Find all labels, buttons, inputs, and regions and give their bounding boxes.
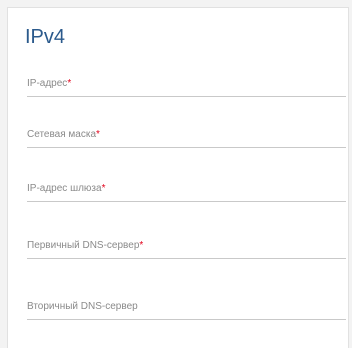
secondary-dns-input-underline[interactable] [27,319,346,320]
required-mark: * [67,78,72,89]
primary-dns-field[interactable]: Первичный DNS-сервер* [27,240,347,260]
required-mark: * [96,129,100,140]
subnet-mask-label: Сетевая маска* [27,129,100,140]
ip-address-input-underline[interactable] [27,96,346,97]
ip-address-field[interactable]: IP-адрес* [27,78,347,98]
primary-dns-input-underline[interactable] [27,258,346,259]
secondary-dns-field[interactable]: Вторичный DNS-сервер [27,301,347,321]
required-mark: * [139,240,144,251]
subnet-mask-input-underline[interactable] [27,147,346,148]
required-mark: * [101,183,106,194]
primary-dns-label: Первичный DNS-сервер* [27,240,144,251]
section-title: IPv4 [25,26,66,48]
gateway-ip-field[interactable]: IP-адрес шлюза* [27,183,347,203]
ipv4-panel: IPv4 IP-адрес* Сетевая маска* IP-адрес ш… [7,7,349,348]
gateway-ip-label: IP-адрес шлюза* [27,183,106,194]
subnet-mask-field[interactable]: Сетевая маска* [27,129,347,149]
secondary-dns-label: Вторичный DNS-сервер [27,301,138,312]
gateway-ip-input-underline[interactable] [27,201,346,202]
ip-address-label: IP-адрес* [27,78,72,89]
